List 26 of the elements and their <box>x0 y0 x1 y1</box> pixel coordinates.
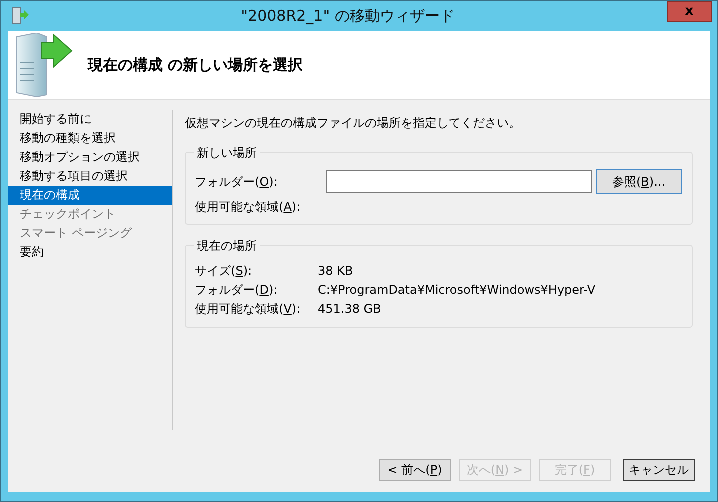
field-value: 38 KB <box>318 263 354 280</box>
field-label: 使用可能な領域(V): <box>195 301 302 318</box>
instruction-text: 仮想マシンの現在の構成ファイルの場所を指定してください。 <box>185 115 522 132</box>
close-button[interactable]: x <box>667 1 712 22</box>
page-heading: 現在の構成 の新しい場所を選択 <box>88 54 304 76</box>
wizard-step[interactable]: 移動の種類を選択 <box>8 129 172 148</box>
wizard-button[interactable]: キャンセル <box>623 459 695 481</box>
group-title: 新しい場所 <box>194 144 260 162</box>
wizard-step[interactable]: 現在の構成 <box>8 186 172 205</box>
wizard-step[interactable]: 移動する項目の選択 <box>8 167 172 186</box>
field-label: サイズ(S): <box>195 263 254 280</box>
wizard-app-icon <box>11 7 29 25</box>
wizard-button[interactable]: < 前へ(P) <box>379 459 451 481</box>
folder-label: フォルダー(O): <box>195 174 279 190</box>
wizard-step[interactable]: 移動オプションの選択 <box>8 148 172 167</box>
wizard-step[interactable]: 要約 <box>8 243 172 262</box>
window-title: "2008R2_1" の移動ウィザード <box>240 6 456 27</box>
folder-input[interactable] <box>326 170 592 193</box>
available-space-label: 使用可能な領域(A): <box>195 200 301 214</box>
wizard-step[interactable]: 開始する前に <box>8 110 172 129</box>
browse-button[interactable]: 参照(B)... <box>596 169 682 194</box>
field-value: 451.38 GB <box>318 301 382 318</box>
field-value: C:¥ProgramData¥Microsoft¥Windows¥Hyper-V <box>318 282 596 299</box>
server-arrow-icon <box>14 33 74 97</box>
field-label: フォルダー(D): <box>195 282 279 299</box>
group-title: 現在の場所 <box>194 237 260 255</box>
